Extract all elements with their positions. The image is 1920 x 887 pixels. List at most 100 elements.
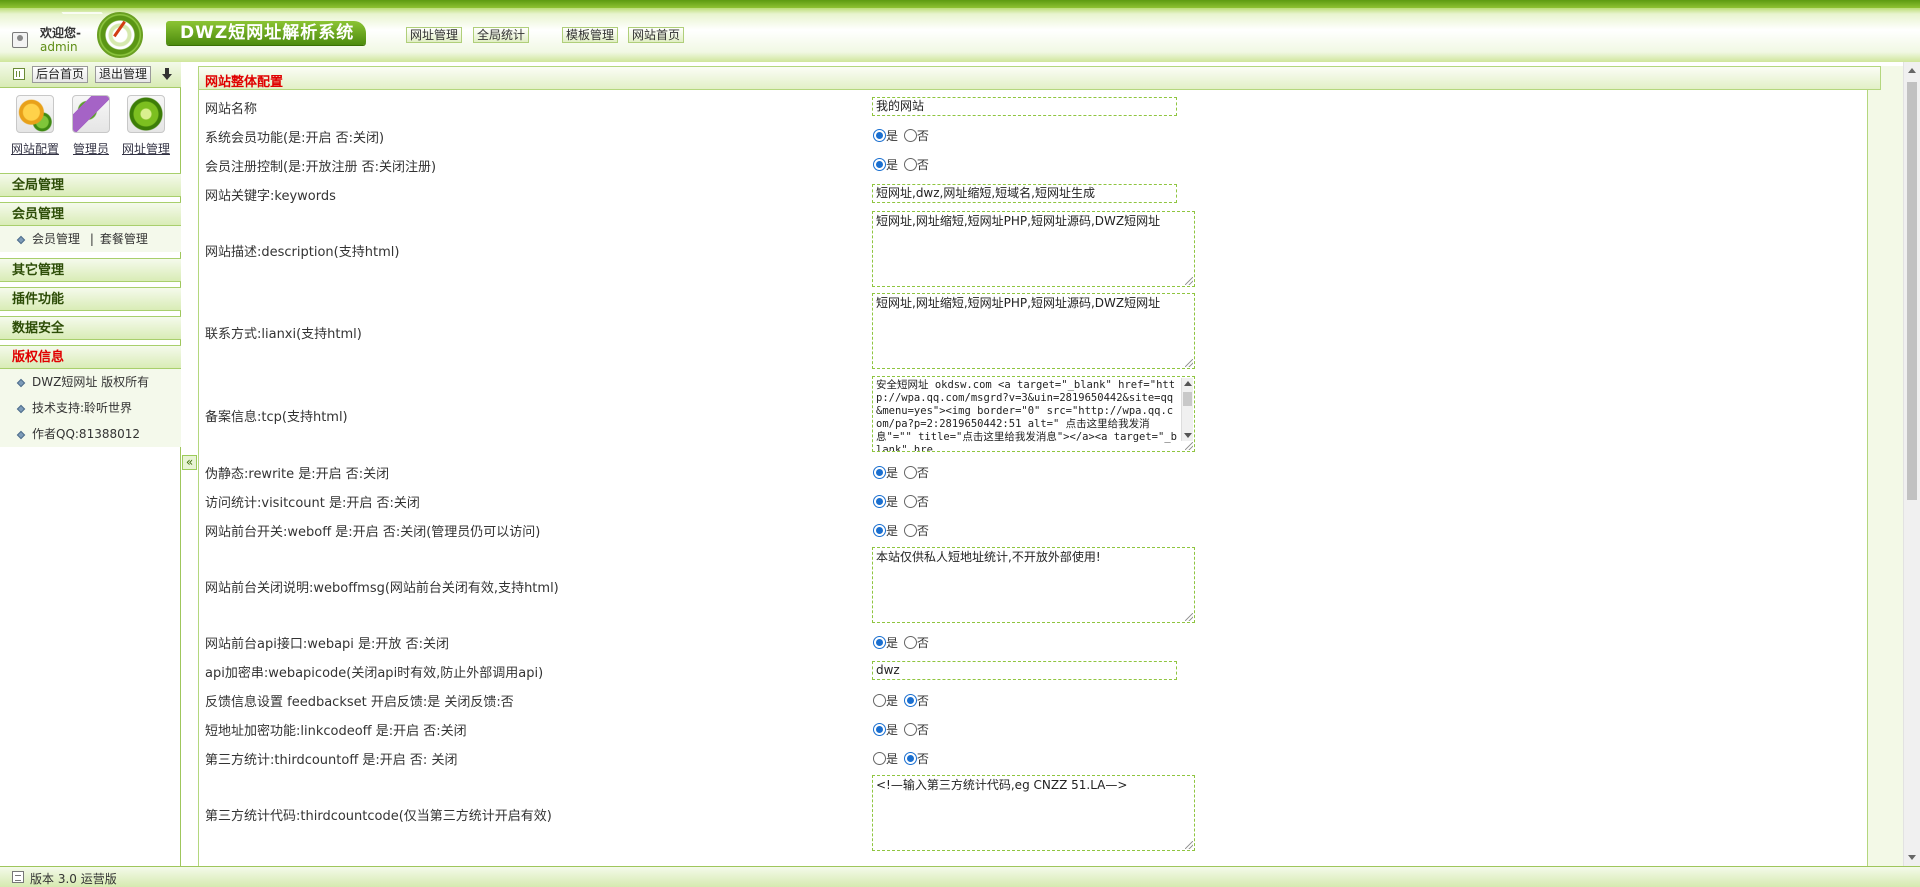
tcp-textarea[interactable]: 安全短网址 okdsw.com <a target="_blank" href=… [872,376,1195,452]
radio-no-label: 否 [916,524,929,538]
header-top-strip [0,0,1920,8]
radio-no-label: 否 [916,466,929,480]
radio-no[interactable] [903,636,917,649]
welcome-text: 欢迎您- [40,26,81,40]
app-title: DWZ短网址解析系统 [166,21,367,45]
description-textarea[interactable]: 短网址,网址缩短,短网址PHP,短网址源码,DWZ短网址 [872,211,1195,287]
radio-no[interactable] [903,694,917,707]
page-scrollbar[interactable] [1903,62,1920,866]
nav-template-manage[interactable]: 模板管理 [562,27,619,43]
download-icon[interactable] [161,68,173,80]
field-label: 会员注册控制(是:开放注册 否:关闭注册) [205,160,437,175]
quick-label: 网站配置 [10,142,59,156]
thirdcountcode-textarea[interactable]: <!—输入第三方统计代码,eg CNZZ 51.LA—> [872,775,1195,851]
radio-yes[interactable] [873,129,886,142]
menu-other[interactable]: 其它管理 [0,258,181,282]
weboffmsg-textarea[interactable]: 本站仅供私人短地址统计,不开放外部使用! [872,547,1195,623]
resize-handle-icon[interactable] [1185,277,1193,285]
resize-handle-icon[interactable] [1185,359,1193,367]
resize-handle-icon[interactable] [1185,613,1193,621]
webapicode-input[interactable]: dwz [872,661,1177,680]
field-label: api加密串:webapicode(关闭api时有效,防止外部调用api) [205,666,544,681]
radio-no[interactable] [903,752,917,765]
scroll-thumb[interactable] [1183,392,1192,406]
weboff-radios: 是 否 [873,522,931,539]
author-qq-text: 作者QQ:81388012 [32,427,141,441]
field-label: 反馈信息设置 feedbackset 开启反馈:是 关闭反馈:否 [205,695,514,710]
package-manage-link[interactable]: 套餐管理 [100,232,148,246]
menu-member[interactable]: 会员管理 [0,202,181,226]
radio-yes[interactable] [873,466,886,479]
scroll-thumb[interactable] [1907,82,1917,500]
scroll-down-icon[interactable] [1184,433,1192,438]
radio-no-label: 否 [916,752,929,766]
radio-yes[interactable] [873,723,886,736]
member-reg-radios: 是 否 [873,156,931,173]
radio-no[interactable] [903,129,917,142]
field-label: 网站前台关闭说明:weboffmsg(网站前台关闭有效,支持html) [205,581,559,596]
radio-no[interactable] [903,466,917,479]
field-label: 备案信息:tcp(支持html) [205,410,348,425]
quick-admin[interactable]: 管理员 [63,95,119,157]
radio-no[interactable] [903,524,917,537]
copyright-item: DWZ短网址 版权所有 [0,369,181,395]
nav-url-manage[interactable]: 网址管理 [406,27,463,43]
resize-handle-icon[interactable] [1185,442,1193,450]
collapse-sidebar-button[interactable]: « [182,455,197,470]
radio-no[interactable] [903,723,917,736]
sidebar-toolbar: 后台首页 退出管理 [0,62,181,88]
webapi-radios: 是 否 [873,634,931,651]
scroll-up-icon[interactable] [1908,68,1916,73]
radio-no-label: 否 [916,129,929,143]
welcome-block: 欢迎您- admin [8,22,98,56]
resize-handle-icon[interactable] [1185,841,1193,849]
quick-label: 管理员 [72,142,109,156]
menu-global[interactable]: 全局管理 [0,173,181,197]
radio-yes[interactable] [873,636,886,649]
menu-data-security[interactable]: 数据安全 [0,316,181,340]
radio-yes[interactable] [873,495,886,508]
diamond-bullet-icon [16,404,26,413]
menu-copyright[interactable]: 版权信息 [0,345,181,369]
feedbackset-radios: 是 否 [873,692,931,709]
description-text: 短网址,网址缩短,短网址PHP,短网址源码,DWZ短网址 [876,214,1161,228]
field-label: 系统会员功能(是:开启 否:关闭) [205,131,385,146]
logout-button[interactable]: 退出管理 [95,66,152,83]
textarea-scrollbar[interactable] [1181,378,1193,441]
diamond-bullet-icon [16,430,26,439]
nav-global-stats[interactable]: 全局统计 [473,27,530,43]
quick-site-config[interactable]: 网站配置 [7,95,63,157]
quick-url-manage[interactable]: 网址管理 [118,95,174,157]
top-header: 欢迎您- admin DWZ短网址解析系统 网址管理 全局统计 模板管理 网站首… [0,0,1920,62]
lianxi-textarea[interactable]: 短网址,网址缩短,短网址PHP,短网址源码,DWZ短网址 [872,293,1195,369]
field-label: 短地址加密功能:linkcodeoff 是:开启 否:关闭 [205,724,467,739]
calculator-icon[interactable] [13,68,25,80]
member-manage-link[interactable]: 会员管理 [32,232,80,246]
radio-yes[interactable] [873,524,886,537]
radio-yes-label: 是 [886,524,899,538]
field-label: 联系方式:lianxi(支持html) [205,327,362,342]
copyright-item: 作者QQ:81388012 [0,421,181,447]
panel-title: 网站整体配置 [205,75,284,90]
field-label: 伪静态:rewrite 是:开启 否:关闭 [205,467,390,482]
radio-no-label: 否 [916,158,929,172]
radio-yes[interactable] [873,158,886,171]
sitename-input[interactable]: 我的网站 [872,97,1177,116]
radio-no[interactable] [903,158,917,171]
menu-plugin[interactable]: 插件功能 [0,287,181,311]
quick-label: 网址管理 [121,142,170,156]
nav-site-home[interactable]: 网站首页 [628,27,685,43]
radio-no[interactable] [903,495,917,508]
keywords-input[interactable]: 短网址,dwz,网址缩短,短域名,短网址生成 [872,184,1177,203]
radio-yes-label: 是 [886,466,899,480]
url-manage-icon [127,95,165,133]
copyright-item: 技术支持:聆听世界 [0,395,181,421]
field-label: 第三方统计代码:thirdcountcode(仅当第三方统计开启有效) [205,809,552,824]
scroll-down-icon[interactable] [1908,855,1916,860]
radio-yes[interactable] [873,694,886,707]
scroll-up-icon[interactable] [1184,381,1192,386]
admin-home-button[interactable]: 后台首页 [32,66,89,83]
panel-header: 网站整体配置 [198,66,1881,90]
radio-yes[interactable] [873,752,886,765]
tcp-text: 安全短网址 okdsw.com <a target="_blank" href=… [876,379,1177,452]
